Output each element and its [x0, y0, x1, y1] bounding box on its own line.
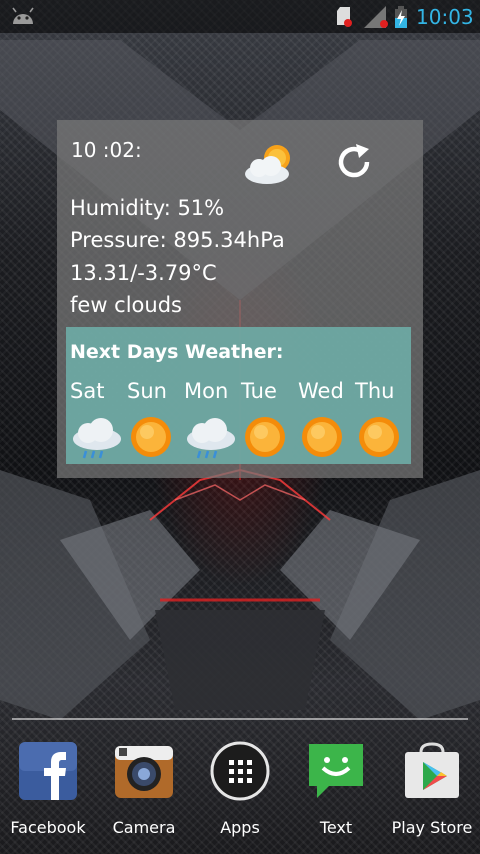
forecast-day: Thu: [355, 379, 415, 461]
partly-cloudy-icon: [245, 145, 290, 184]
dock-app-text[interactable]: Text: [288, 740, 384, 837]
sun-icon: [245, 417, 285, 457]
android-icon: [12, 7, 34, 24]
status-time: 10:03: [416, 5, 474, 29]
play-store-icon: [405, 742, 459, 798]
forecast-day-label: Thu: [355, 379, 395, 403]
forecast-day: Mon: [184, 379, 244, 461]
signal-icon: [364, 6, 388, 28]
battery-charging-icon: [395, 6, 407, 28]
dock-label: Facebook: [10, 818, 86, 837]
forecast-day-label: Tue: [241, 379, 277, 403]
facebook-icon: [19, 742, 77, 800]
sd-card-icon: [337, 7, 352, 27]
dock-label: Camera: [112, 818, 176, 837]
forecast-day: Sat: [70, 379, 130, 461]
sun-icon: [302, 417, 342, 457]
dock-app-play-store[interactable]: Play Store: [384, 740, 480, 837]
forecast-title: Next Days Weather:: [70, 341, 284, 363]
status-bar: 10:03: [0, 0, 480, 33]
forecast-day: Wed: [298, 379, 358, 461]
condition-text: few clouds: [70, 293, 182, 317]
rain-cloud-icon: [73, 418, 121, 459]
forecast-day-label: Sun: [127, 379, 167, 403]
camera-icon: [115, 746, 173, 798]
dock-app-camera[interactable]: Camera: [96, 740, 192, 837]
forecast-day-label: Mon: [184, 379, 229, 403]
forecast-day-label: Wed: [298, 379, 344, 403]
messaging-icon: [309, 744, 363, 798]
forecast-day: Tue: [241, 379, 301, 461]
pressure-text: Pressure: 895.34hPa: [70, 228, 285, 252]
widget-time: 10 :02:: [71, 138, 142, 162]
dock-app-facebook[interactable]: Facebook: [0, 740, 96, 837]
refresh-icon[interactable]: [329, 140, 379, 184]
dock-label: Play Store: [391, 818, 473, 837]
dock-app-drawer[interactable]: Apps: [192, 740, 288, 837]
dock-label: Text: [319, 818, 353, 837]
forecast-day: Sun: [127, 379, 187, 461]
forecast-panel: Next Days Weather: Sat Sun Mon Tue Wed T…: [66, 327, 411, 464]
sun-icon: [131, 417, 171, 457]
temperature-text: 13.31/-3.79°C: [70, 261, 217, 285]
dock-label: Apps: [220, 818, 260, 837]
rain-cloud-icon: [187, 418, 235, 459]
app-drawer-icon: [210, 741, 270, 801]
dock-divider: [12, 718, 468, 720]
forecast-day-label: Sat: [70, 379, 105, 403]
weather-widget[interactable]: 10 :02: Humidity: 51% Pressure: 895.34hP…: [57, 120, 423, 478]
sun-icon: [359, 417, 399, 457]
humidity-text: Humidity: 51%: [70, 196, 225, 220]
